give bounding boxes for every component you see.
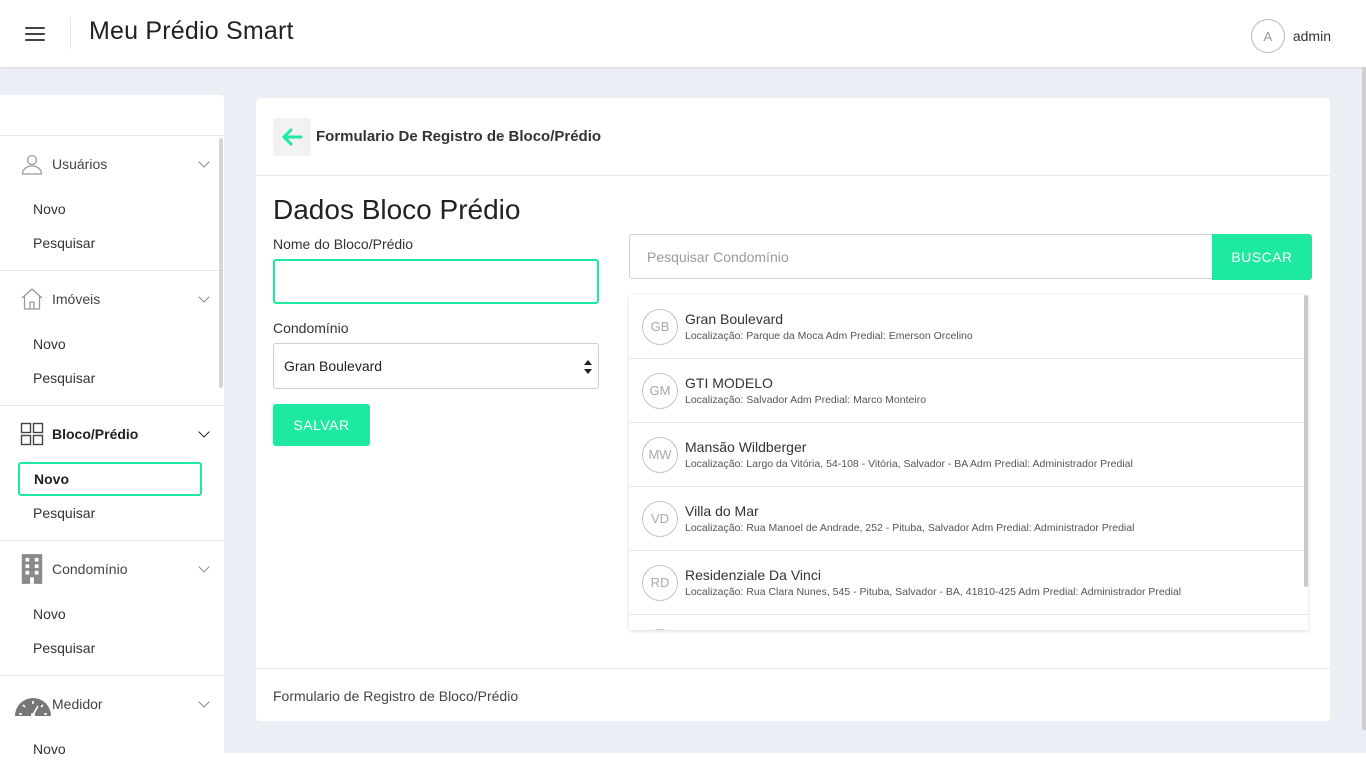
condo-location: Localização: Salvador Adm Predial: Marco…	[685, 394, 927, 406]
condo-location: Localização: Rua Clara Nunes, 545 - Pitu…	[685, 586, 1182, 598]
sidebar-group-label: Usuários	[52, 156, 108, 172]
initials-avatar: GB	[642, 308, 678, 345]
sidebar-top-spacer	[0, 95, 224, 136]
condo-select-value: Gran Boulevard	[284, 358, 383, 374]
initials-avatar: GM	[642, 372, 678, 409]
page-footer	[224, 753, 1366, 768]
chevron-down-icon	[198, 696, 210, 708]
initials-avatar	[642, 628, 678, 630]
condo-name: GTI MODELO	[685, 375, 773, 391]
sidebar-group-label: Bloco/Prédio	[52, 426, 139, 442]
condo-name: Gran Boulevard	[685, 311, 784, 327]
card-footer-divider	[256, 668, 1330, 669]
username[interactable]: admin	[1293, 28, 1331, 44]
sidebar-subitem-imoveis-novo[interactable]: Novo	[0, 327, 224, 361]
top-header: Meu Prédio Smart A admin	[0, 0, 1366, 67]
list-item-partial[interactable]	[629, 615, 1308, 630]
grid-icon	[19, 421, 45, 447]
sidebar-group-medidor: Medidor Novo	[0, 676, 224, 768]
condo-label: Condomínio	[273, 320, 349, 336]
card-header: Formulario De Registro de Bloco/Prédio	[256, 98, 1330, 176]
search-button[interactable]: BUSCAR	[1212, 234, 1312, 280]
select-arrows-icon	[584, 360, 592, 374]
list-item[interactable]: GB Gran Boulevard Localização: Parque da …	[629, 295, 1308, 359]
sidebar-subitem-imoveis-pesquisar[interactable]: Pesquisar	[0, 361, 224, 395]
sidebar-item-imoveis[interactable]: Imóveis	[0, 271, 224, 327]
sidebar-group-label: Condomínio	[52, 561, 128, 577]
chevron-down-icon	[198, 426, 210, 438]
list-item[interactable]: MW Mansão Wildberger Localização: Largo d…	[629, 423, 1308, 487]
chevron-down-icon	[198, 291, 210, 303]
gauge-icon	[14, 685, 52, 723]
name-label: Nome do Bloco/Prédio	[273, 236, 414, 252]
menu-icon[interactable]	[25, 27, 45, 42]
list-item[interactable]: RD Residenziale Da Vinci Localização: Rua…	[629, 551, 1308, 615]
sidebar-subitem-medidor-novo[interactable]: Novo	[0, 732, 224, 766]
user-icon	[19, 151, 45, 177]
sidebar-item-condominio[interactable]: Condomínio	[0, 541, 224, 597]
sidebar-group-label: Medidor	[52, 696, 103, 712]
building-icon	[19, 554, 45, 584]
sidebar-subitem-condominio-pesquisar[interactable]: Pesquisar	[0, 631, 224, 665]
condo-search-input[interactable]	[629, 234, 1213, 279]
sidebar-subitem-condominio-novo[interactable]: Novo	[0, 597, 224, 631]
save-button[interactable]: SALVAR	[273, 404, 370, 446]
condo-name: Residenziale Da Vinci	[685, 567, 821, 583]
chevron-down-icon	[198, 561, 210, 573]
initials-avatar: RD	[642, 564, 678, 601]
avatar[interactable]: A	[1250, 19, 1285, 53]
section-title: Dados Bloco Prédio	[273, 194, 521, 225]
condo-name: Mansão Wildberger	[685, 439, 807, 455]
card-title: Formulario De Registro de Bloco/Prédio	[316, 128, 602, 145]
header-divider	[70, 17, 71, 49]
condo-location: Localização: Largo da Vitória, 54-108 - …	[685, 458, 1133, 470]
list-scrollbar[interactable]	[1304, 295, 1308, 587]
sidebar-group-usuarios: Usuários Novo Pesquisar	[0, 136, 224, 271]
sidebar-group-label: Imóveis	[52, 291, 101, 307]
initials-avatar: MW	[642, 436, 678, 473]
sidebar-item-medidor[interactable]: Medidor	[0, 676, 224, 732]
house-icon	[19, 286, 45, 312]
sidebar-group-bloco-predio: Bloco/Prédio Novo Pesquisar	[0, 406, 224, 541]
app-title: Meu Prédio Smart	[89, 17, 294, 45]
condo-location: Localização: Parque da Moca Adm Predial:…	[685, 330, 973, 342]
sidebar-subitem-usuarios-novo[interactable]: Novo	[0, 192, 224, 226]
user-menu[interactable]: A admin	[1250, 19, 1331, 53]
condo-name: Villa do Mar	[685, 503, 759, 519]
list-item[interactable]: GM GTI MODELO Localização: Salvador Adm P…	[629, 359, 1308, 423]
condo-search: BUSCAR	[629, 234, 1312, 280]
back-button[interactable]	[273, 117, 311, 156]
card-footer-text: Formulario de Registro de Bloco/Prédio	[273, 688, 519, 704]
sidebar-subitem-bloco-pesquisar[interactable]: Pesquisar	[0, 496, 224, 530]
list-item[interactable]: VD Villa do Mar Localização: Rua Manoel d…	[629, 487, 1308, 551]
chevron-down-icon	[198, 156, 210, 168]
page-scrollbar[interactable]	[1362, 67, 1366, 730]
sidebar-group-imoveis: Imóveis Novo Pesquisar	[0, 271, 224, 406]
condo-location: Localização: Rua Manoel de Andrade, 252 …	[685, 522, 1135, 534]
sidebar-subitem-usuarios-pesquisar[interactable]: Pesquisar	[0, 226, 224, 260]
sidebar-group-condominio: Condomínio Novo Pesquisar	[0, 541, 224, 676]
sidebar-item-bloco-predio[interactable]: Bloco/Prédio	[0, 406, 224, 462]
condo-list: GB Gran Boulevard Localização: Parque da …	[629, 295, 1308, 630]
sidebar: Usuários Novo Pesquisar Imóveis Novo Pes…	[0, 95, 224, 768]
arrow-left-icon	[282, 128, 303, 145]
condo-select[interactable]: Gran Boulevard	[273, 343, 599, 389]
initials-avatar: VD	[642, 500, 678, 537]
sidebar-scrollbar[interactable]	[219, 138, 223, 388]
form-card: Formulario De Registro de Bloco/Prédio D…	[256, 98, 1330, 721]
block-name-input[interactable]	[273, 259, 599, 304]
sidebar-item-usuarios[interactable]: Usuários	[0, 136, 224, 192]
sidebar-subitem-bloco-novo[interactable]: Novo	[18, 462, 202, 496]
